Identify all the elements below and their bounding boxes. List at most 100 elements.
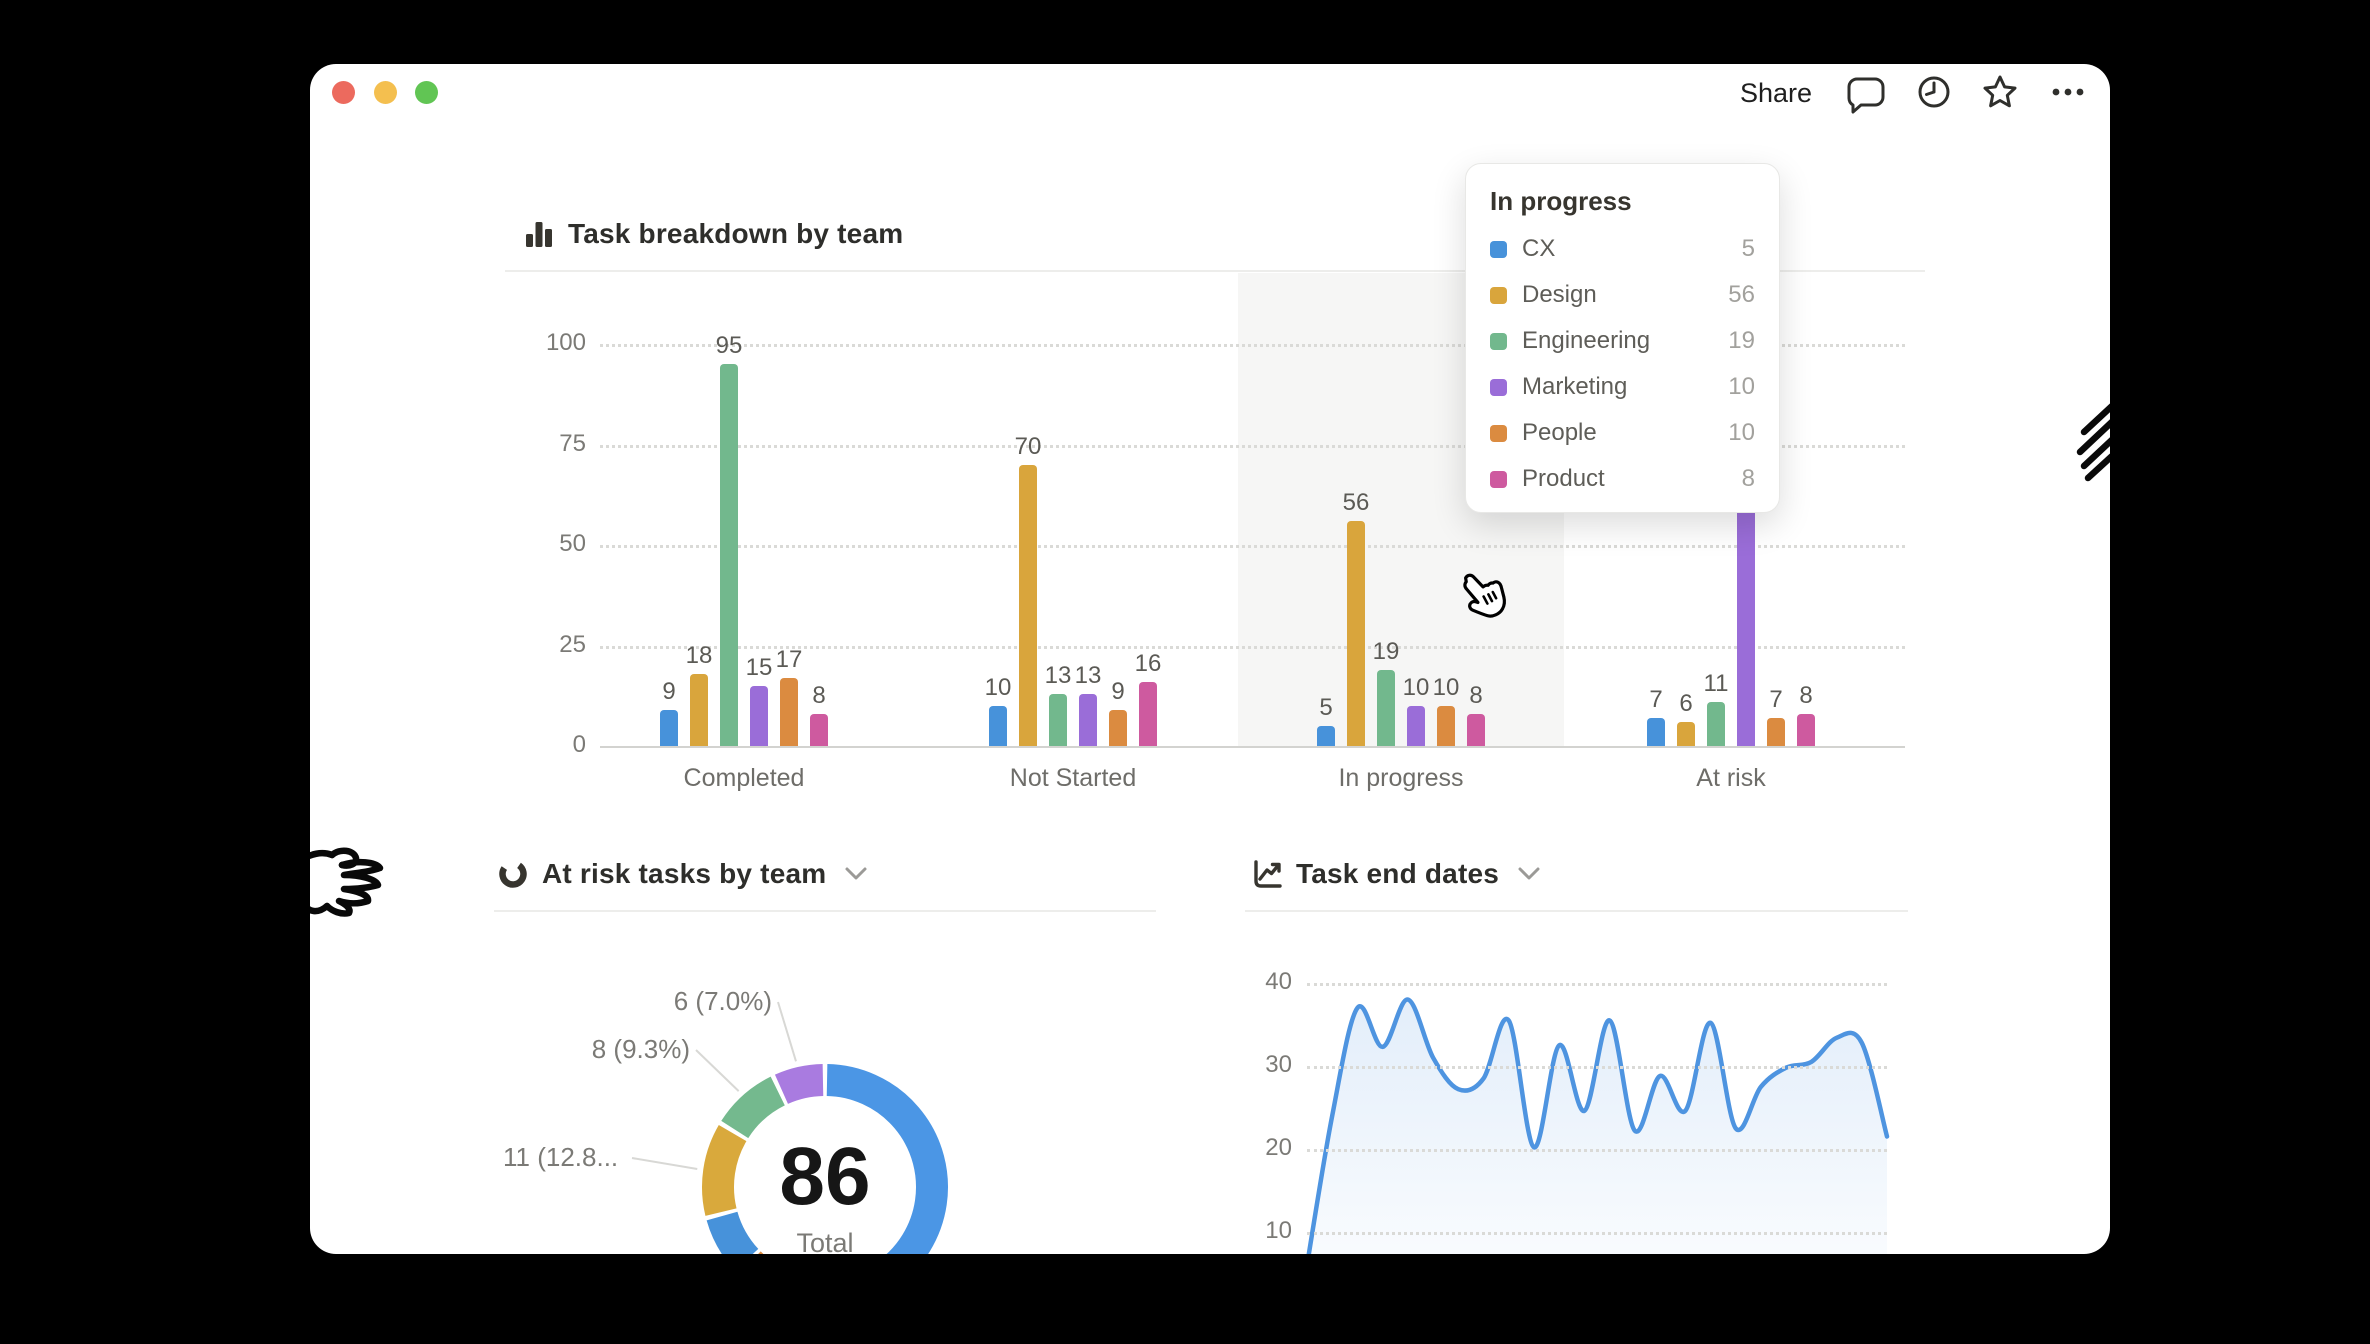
bar-engineering-1[interactable] bbox=[1049, 694, 1067, 746]
gridline bbox=[1307, 983, 1887, 986]
bar-people-1[interactable] bbox=[1109, 710, 1127, 746]
chevron-down-icon[interactable] bbox=[1517, 866, 1541, 882]
gridline bbox=[600, 545, 1905, 548]
favorite-button[interactable] bbox=[1978, 70, 2022, 114]
bar-design-3[interactable] bbox=[1677, 722, 1695, 746]
bar-design-1[interactable] bbox=[1019, 465, 1037, 746]
tooltip-row-label: CX bbox=[1522, 235, 1742, 263]
tooltip-row-label: People bbox=[1522, 419, 1728, 447]
bar-value-label: 8 bbox=[783, 682, 855, 710]
bar-value-label: 56 bbox=[1320, 489, 1392, 517]
x-axis-category-label: In progress bbox=[1291, 764, 1511, 793]
y-axis-tick: 0 bbox=[516, 731, 586, 759]
minimize-window-button[interactable] bbox=[374, 81, 397, 104]
bar-people-3[interactable] bbox=[1767, 718, 1785, 746]
donut-slice-label: 6 (7.0%) bbox=[674, 986, 772, 1017]
bar-value-label: 70 bbox=[992, 433, 1064, 461]
y-axis-tick: 30 bbox=[1222, 1051, 1292, 1079]
y-axis-tick: 100 bbox=[516, 329, 586, 357]
y-axis-tick: 10 bbox=[1222, 1217, 1292, 1245]
x-axis-line bbox=[600, 746, 1905, 748]
tooltip-row-value: 10 bbox=[1728, 419, 1755, 447]
series-color-chip bbox=[1490, 287, 1507, 304]
bar-design-0[interactable] bbox=[690, 674, 708, 746]
donut-slice-label: 8 (9.3%) bbox=[592, 1034, 690, 1065]
bar-chart-title: Task breakdown by team bbox=[522, 214, 903, 254]
series-color-chip bbox=[1490, 241, 1507, 258]
series-color-chip bbox=[1490, 379, 1507, 396]
bar-value-label: 16 bbox=[1112, 650, 1184, 678]
bar-design-2[interactable] bbox=[1347, 521, 1365, 746]
bar-value-label: 95 bbox=[693, 332, 765, 360]
pointer-hand-cursor bbox=[1456, 568, 1508, 624]
divider bbox=[1245, 910, 1908, 912]
bar-cx-2[interactable] bbox=[1317, 726, 1335, 746]
donut-total-value: 86 bbox=[695, 1136, 955, 1218]
divider bbox=[494, 910, 1156, 912]
gridline bbox=[1307, 1066, 1887, 1069]
tooltip-row: People10 bbox=[1490, 410, 1755, 456]
close-window-button[interactable] bbox=[332, 81, 355, 104]
y-axis-tick: 50 bbox=[516, 530, 586, 558]
tooltip-row: Marketing10 bbox=[1490, 364, 1755, 410]
bar-product-3[interactable] bbox=[1797, 714, 1815, 746]
star-icon bbox=[1978, 70, 2022, 114]
bar-product-1[interactable] bbox=[1139, 682, 1157, 746]
series-color-chip bbox=[1490, 471, 1507, 488]
comment-icon bbox=[1844, 70, 1888, 114]
hand-doodle-left bbox=[310, 846, 396, 936]
bar-people-2[interactable] bbox=[1437, 706, 1455, 746]
donut-segment-5[interactable] bbox=[781, 1080, 822, 1089]
tooltip-row-value: 56 bbox=[1728, 281, 1755, 309]
bar-cx-1[interactable] bbox=[989, 706, 1007, 746]
x-axis-category-label: Not Started bbox=[963, 764, 1183, 793]
donut-chart-icon bbox=[496, 857, 530, 891]
bar-product-0[interactable] bbox=[810, 714, 828, 746]
bar-product-2[interactable] bbox=[1467, 714, 1485, 746]
tooltip-row-label: Engineering bbox=[1522, 327, 1728, 355]
x-axis-category-label: At risk bbox=[1621, 764, 1841, 793]
donut-segment-4[interactable] bbox=[735, 1091, 778, 1130]
chevron-down-icon[interactable] bbox=[844, 866, 868, 882]
bar-marketing-0[interactable] bbox=[750, 686, 768, 746]
scribble-doodle-right bbox=[2076, 400, 2110, 492]
gridline bbox=[1307, 1149, 1887, 1152]
tooltip-row-value: 5 bbox=[1742, 235, 1755, 263]
clock-icon bbox=[1912, 70, 1956, 114]
comments-button[interactable] bbox=[1844, 70, 1888, 114]
tooltip-row: Product8 bbox=[1490, 456, 1755, 502]
bar-cx-3[interactable] bbox=[1647, 718, 1665, 746]
bar-value-label: 19 bbox=[1350, 638, 1422, 666]
leader-line bbox=[696, 1050, 739, 1091]
bar-marketing-2[interactable] bbox=[1407, 706, 1425, 746]
tooltip-row-value: 19 bbox=[1728, 327, 1755, 355]
donut-chart-title: At risk tasks by team bbox=[496, 854, 868, 894]
app-window: Share Task breakdown by team At risk tas… bbox=[310, 64, 2110, 1254]
tooltip-row-value: 10 bbox=[1728, 373, 1755, 401]
leader-line bbox=[778, 1002, 796, 1061]
line-chart-icon bbox=[1250, 857, 1284, 891]
tooltip-row: Design56 bbox=[1490, 272, 1755, 318]
ellipsis-icon bbox=[2046, 70, 2090, 114]
line-chart-title-text: Task end dates bbox=[1296, 858, 1499, 890]
gridline bbox=[1307, 1232, 1887, 1235]
more-options-button[interactable] bbox=[2046, 70, 2090, 114]
tooltip-row: CX5 bbox=[1490, 226, 1755, 272]
zoom-window-button[interactable] bbox=[415, 81, 438, 104]
y-axis-tick: 25 bbox=[516, 631, 586, 659]
updates-button[interactable] bbox=[1912, 70, 1956, 114]
donut-chart-title-text: At risk tasks by team bbox=[542, 858, 826, 890]
tooltip-row-label: Design bbox=[1522, 281, 1728, 309]
bar-engineering-0[interactable] bbox=[720, 364, 738, 746]
area-chart[interactable] bbox=[1307, 1000, 1887, 1254]
leader-line bbox=[632, 1158, 697, 1169]
tooltip-title: In progress bbox=[1490, 184, 1755, 218]
bar-engineering-3[interactable] bbox=[1707, 702, 1725, 746]
chart-tooltip: In progress CX5Design56Engineering19Mark… bbox=[1465, 163, 1780, 513]
donut-slice-label: 11 (12.8... bbox=[503, 1142, 618, 1173]
tooltip-row-label: Marketing bbox=[1522, 373, 1728, 401]
bar-cx-0[interactable] bbox=[660, 710, 678, 746]
tooltip-row-label: Product bbox=[1522, 465, 1742, 493]
bar-chart-icon bbox=[522, 217, 556, 251]
share-button[interactable]: Share bbox=[1740, 76, 1812, 110]
